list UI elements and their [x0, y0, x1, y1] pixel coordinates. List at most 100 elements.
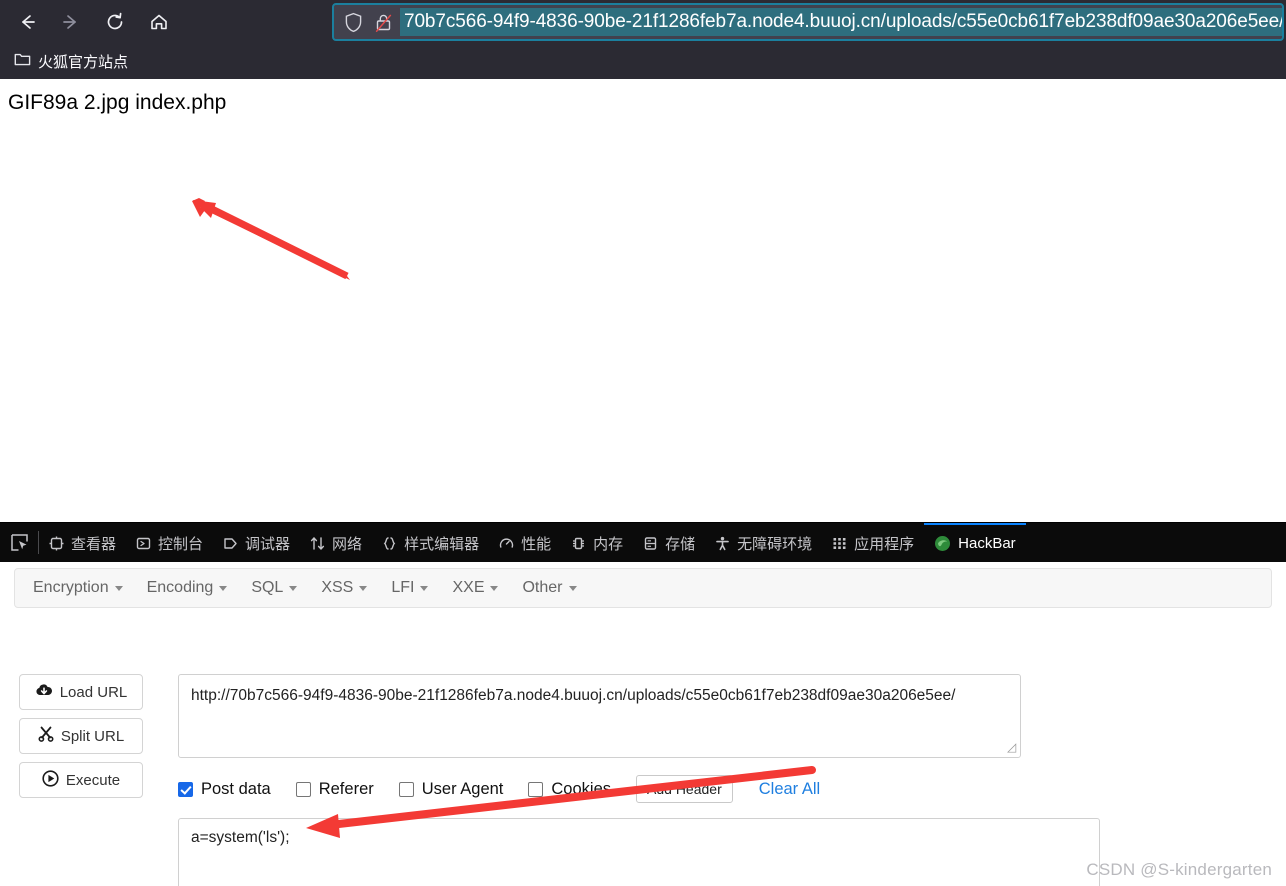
execute-button[interactable]: Execute — [19, 762, 143, 798]
devtools-tab-label: 应用程序 — [854, 536, 915, 553]
devtools-tab-debugger[interactable]: 调试器 — [213, 523, 300, 562]
hackbar-action-buttons: Load URL Split URL Execute — [19, 674, 143, 798]
devtools-tab-console[interactable]: 控制台 — [126, 523, 213, 562]
watermark-text: CSDN @S-kindergarten — [1086, 860, 1272, 879]
devtools-tab-label: 存储 — [665, 536, 696, 553]
checkbox-label: Cookies — [551, 779, 612, 798]
devtools-tab-label: 无障碍环境 — [737, 536, 813, 553]
checkbox-label: Referer — [318, 779, 374, 798]
devtools-tab-network[interactable]: 网络 — [300, 523, 372, 562]
console-icon — [136, 536, 151, 551]
page-viewport: GIF89a 2.jpg index.php — [0, 79, 1286, 522]
browser-toolbar: 70b7c566-94f9-4836-90be-21f1286feb7a.nod… — [0, 0, 1286, 44]
bookmark-item-firefox-official[interactable]: 火狐官方站点 — [8, 48, 134, 75]
hackbar-menu-encoding[interactable]: Encoding — [135, 573, 240, 603]
performance-icon — [499, 536, 514, 551]
checkbox-box[interactable] — [178, 781, 193, 797]
checkbox-label: Post data — [201, 779, 271, 798]
add-header-button[interactable]: Add Header — [636, 775, 733, 803]
accessibility-icon — [715, 536, 730, 551]
annotation-arrow-page — [192, 198, 350, 280]
hackbar-menu-xss[interactable]: XSS — [309, 573, 379, 603]
back-button[interactable] — [8, 5, 46, 39]
menu-label: Encryption — [33, 579, 109, 596]
broken-lock-icon[interactable] — [368, 5, 398, 39]
chevron-down-icon — [359, 585, 368, 591]
menu-label: LFI — [391, 579, 415, 596]
hackbar-menu-xxe[interactable]: XXE — [440, 573, 510, 603]
devtools-tab-storage[interactable]: 存储 — [633, 523, 705, 562]
home-icon — [151, 14, 167, 30]
forward-button[interactable] — [52, 5, 90, 39]
chevron-down-icon — [568, 585, 577, 591]
devtools-tab-accessibility[interactable]: 无障碍环境 — [705, 523, 822, 562]
clear-all-link[interactable]: Clear All — [759, 780, 820, 799]
devtools-tabbar: 查看器 控制台 调试器 网络 样式编辑器 性能 内存 存储 无障碍环境 应用程序… — [0, 523, 1286, 562]
chevron-down-icon — [490, 585, 499, 591]
devtools-tab-memory[interactable]: 内存 — [561, 523, 633, 562]
network-icon — [310, 536, 325, 551]
button-label: Load URL — [59, 683, 128, 701]
element-picker-icon[interactable] — [0, 523, 38, 562]
back-arrow-icon — [22, 15, 35, 29]
devtools-tab-label: 控制台 — [158, 536, 204, 553]
address-bar[interactable]: 70b7c566-94f9-4836-90be-21f1286feb7a.nod… — [332, 3, 1284, 41]
hackbar-post-data-input[interactable]: a=system('ls'); — [178, 818, 1100, 886]
navigation-buttons — [0, 5, 178, 39]
devtools-tab-label: 性能 — [521, 536, 552, 553]
menu-label: Encoding — [146, 579, 214, 596]
forward-arrow-icon — [63, 15, 76, 29]
checkbox-cookies[interactable]: Cookies — [528, 780, 611, 799]
home-button[interactable] — [140, 5, 178, 39]
devtools-tab-label: 网络 — [332, 536, 363, 553]
checkbox-box[interactable] — [398, 781, 414, 797]
play-icon — [42, 769, 59, 791]
checkbox-box[interactable] — [528, 781, 544, 797]
checkbox-referer[interactable]: Referer — [295, 779, 374, 799]
checkbox-box[interactable] — [295, 781, 311, 797]
hackbar-icon — [934, 535, 951, 552]
shield-icon[interactable] — [338, 5, 368, 39]
chevron-down-icon — [114, 585, 123, 591]
chevron-down-icon — [420, 585, 429, 591]
devtools-tab-inspector[interactable]: 查看器 — [39, 523, 126, 562]
menu-label: Other — [522, 579, 563, 596]
bookmark-label: 火狐官方站点 — [38, 54, 129, 71]
chevron-down-icon — [219, 585, 228, 591]
textarea-resize-grip[interactable]: ◿ — [1007, 740, 1016, 754]
hackbar-menubar: Encryption Encoding SQL XSS LFI XXE Othe… — [14, 568, 1272, 608]
devtools-panel: 查看器 控制台 调试器 网络 样式编辑器 性能 内存 存储 无障碍环境 应用程序… — [0, 522, 1286, 886]
scissors-icon — [38, 726, 54, 746]
hackbar-options-row: Post data Referer User Agent Cookies Add… — [178, 775, 820, 803]
reload-button[interactable] — [96, 5, 134, 39]
load-url-button[interactable]: Load URL — [19, 674, 143, 710]
chevron-down-icon — [289, 585, 298, 591]
devtools-tab-style-editor[interactable]: 样式编辑器 — [372, 523, 489, 562]
cloud-download-icon — [35, 683, 53, 701]
hackbar-menu-encryption[interactable]: Encryption — [21, 573, 135, 603]
checkbox-post-data[interactable]: Post data — [178, 780, 271, 799]
style-editor-icon — [382, 536, 397, 551]
application-icon — [832, 536, 847, 551]
menu-label: SQL — [251, 579, 284, 596]
button-label: Split URL — [60, 727, 125, 745]
folder-icon — [14, 52, 31, 71]
debugger-icon — [223, 536, 238, 551]
hackbar-menu-sql[interactable]: SQL — [239, 573, 309, 603]
devtools-tab-label: 查看器 — [71, 536, 117, 553]
storage-icon — [643, 536, 658, 551]
hackbar-menu-lfi[interactable]: LFI — [379, 573, 440, 603]
bookmarks-toolbar: 火狐官方站点 — [0, 44, 1286, 79]
hackbar-menu-other[interactable]: Other — [510, 573, 588, 603]
split-url-button[interactable]: Split URL — [19, 718, 143, 754]
devtools-tab-application[interactable]: 应用程序 — [822, 523, 924, 562]
devtools-tab-label: 调试器 — [245, 536, 291, 553]
devtools-tab-hackbar[interactable]: HackBar — [924, 523, 1026, 562]
devtools-tab-performance[interactable]: 性能 — [489, 523, 561, 562]
hackbar-panel: Encryption Encoding SQL XSS LFI XXE Othe… — [0, 562, 1286, 886]
devtools-tab-label: HackBar — [958, 535, 1016, 552]
hackbar-url-input[interactable]: http://70b7c566-94f9-4836-90be-21f1286fe… — [178, 674, 1021, 758]
checkbox-user-agent[interactable]: User Agent — [398, 780, 503, 799]
devtools-tab-label: 样式编辑器 — [404, 536, 480, 553]
address-bar-text[interactable]: 70b7c566-94f9-4836-90be-21f1286feb7a.nod… — [400, 8, 1282, 36]
